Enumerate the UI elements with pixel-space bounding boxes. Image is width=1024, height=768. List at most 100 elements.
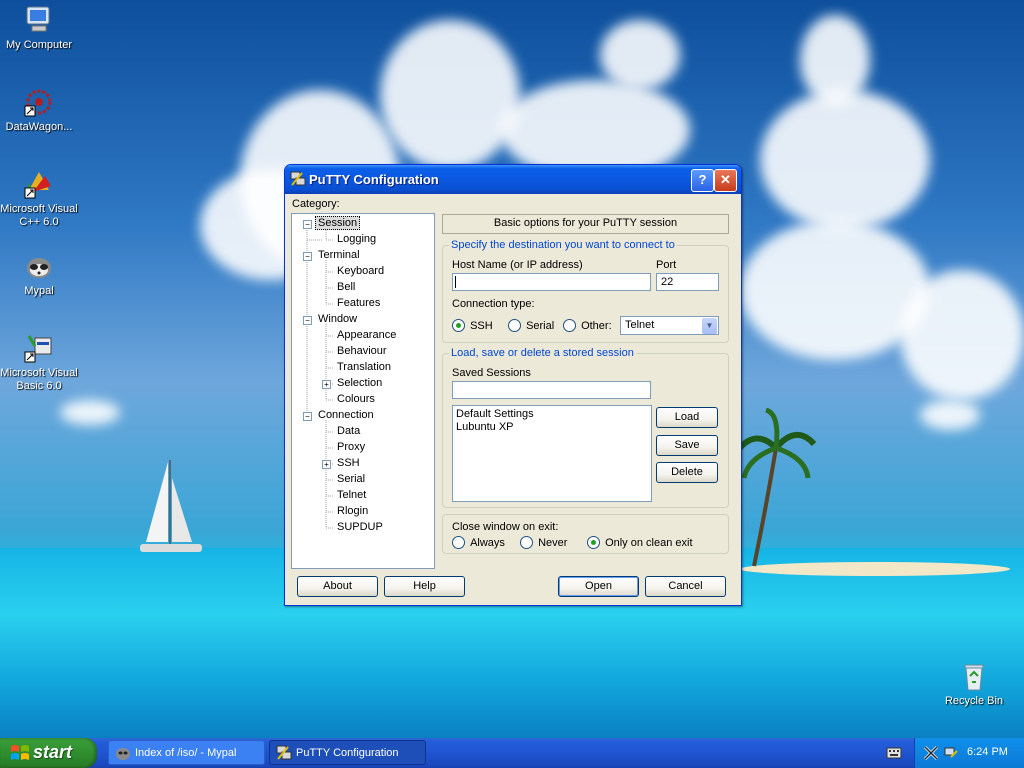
tree-expand-selection[interactable]: + bbox=[322, 380, 331, 389]
radio-ssh-label: SSH bbox=[470, 319, 493, 332]
system-tray: 6:24 PM bbox=[914, 738, 1024, 768]
tree-item-window[interactable]: Window bbox=[318, 313, 357, 325]
help-button[interactable]: Help bbox=[384, 576, 465, 597]
save-button[interactable]: Save bbox=[656, 435, 718, 456]
tree-item-terminal[interactable]: Terminal bbox=[318, 249, 360, 261]
keyboard-icon[interactable] bbox=[886, 746, 902, 760]
visual-basic-icon bbox=[24, 335, 52, 363]
list-item[interactable]: Default Settings bbox=[456, 408, 534, 420]
cancel-button[interactable]: Cancel bbox=[645, 576, 726, 597]
tree-collapse-connection[interactable]: − bbox=[303, 412, 312, 421]
datawagon-icon bbox=[24, 89, 52, 117]
putty-configuration-window: PuTTY Configuration ? ✕ Category: − − − … bbox=[284, 164, 742, 606]
clock: 6:24 PM bbox=[967, 746, 1008, 758]
tree-item-proxy[interactable]: Proxy bbox=[337, 441, 365, 453]
putty-icon bbox=[276, 745, 292, 760]
tree-item-rlogin[interactable]: Rlogin bbox=[337, 505, 368, 517]
chevron-down-icon[interactable]: ▼ bbox=[702, 318, 717, 334]
radio-always-indicator bbox=[452, 536, 465, 549]
x-app-icon[interactable] bbox=[923, 745, 939, 761]
recycle-bin-icon bbox=[964, 664, 984, 691]
tree-item-supdup[interactable]: SUPDUP bbox=[337, 521, 383, 533]
tree-item-behaviour[interactable]: Behaviour bbox=[337, 345, 387, 357]
cloud bbox=[800, 15, 870, 105]
mypal-icon bbox=[27, 258, 51, 278]
tree-item-connection[interactable]: Connection bbox=[318, 409, 374, 421]
my-computer-icon bbox=[26, 6, 50, 32]
cloud bbox=[920, 400, 980, 430]
desktop-icon-mypal[interactable]: Mypal bbox=[0, 250, 78, 298]
list-item[interactable]: Lubuntu XP bbox=[456, 421, 514, 433]
putty-icon bbox=[290, 171, 306, 186]
tree-item-serial[interactable]: Serial bbox=[337, 473, 365, 485]
about-button[interactable]: About bbox=[297, 576, 378, 597]
taskbar-button-putty[interactable]: PuTTY Configuration bbox=[269, 740, 426, 765]
tree-item-colours[interactable]: Colours bbox=[337, 393, 375, 405]
radio-clean-exit-label: Only on clean exit bbox=[605, 536, 693, 549]
tree-item-data[interactable]: Data bbox=[337, 425, 360, 437]
sessions-list[interactable]: Default Settings Lubuntu XP bbox=[452, 405, 652, 502]
radio-serial[interactable]: Serial bbox=[508, 319, 554, 332]
desktop-icon-recycle-bin[interactable]: Recycle Bin bbox=[935, 660, 1013, 708]
saved-sessions-label: Saved Sessions bbox=[452, 367, 531, 379]
tree-collapse-session[interactable]: − bbox=[303, 220, 312, 229]
desktop-icon-label: DataWagon... bbox=[5, 121, 73, 133]
desktop-icon-visual-basic[interactable]: Microsoft Visual Basic 6.0 bbox=[0, 332, 78, 393]
help-glyph: ? bbox=[698, 172, 707, 187]
tree-collapse-window[interactable]: − bbox=[303, 316, 312, 325]
tree-item-bell[interactable]: Bell bbox=[337, 281, 355, 293]
load-button[interactable]: Load bbox=[656, 407, 718, 428]
tree-item-keyboard[interactable]: Keyboard bbox=[337, 265, 384, 277]
taskbar-button-label: Index of /iso/ - Mypal bbox=[135, 747, 237, 759]
connection-type-label: Connection type: bbox=[452, 298, 535, 310]
radio-never-indicator bbox=[520, 536, 533, 549]
mypal-icon bbox=[116, 748, 130, 760]
cloud bbox=[380, 20, 520, 170]
cloud bbox=[600, 20, 680, 90]
radio-other-indicator bbox=[563, 319, 576, 332]
desktop-icon-label: Microsoft Visual C++ 6.0 bbox=[0, 203, 78, 228]
open-button[interactable]: Open bbox=[558, 576, 639, 597]
category-tree[interactable]: − − − + − + Session Logging Terminal Key… bbox=[291, 213, 435, 569]
network-icon[interactable] bbox=[943, 745, 959, 761]
tree-expand-ssh[interactable]: + bbox=[322, 460, 331, 469]
title-bar[interactable]: PuTTY Configuration ? ✕ bbox=[285, 165, 741, 194]
desktop-icon-label: Recycle Bin bbox=[944, 695, 1004, 707]
radio-never[interactable]: Never bbox=[520, 536, 567, 549]
port-input[interactable]: 22 bbox=[656, 273, 719, 291]
tree-item-selection[interactable]: Selection bbox=[337, 377, 382, 389]
desktop-icon-datawagon[interactable]: DataWagon... bbox=[0, 86, 78, 134]
radio-serial-label: Serial bbox=[526, 319, 555, 332]
radio-always[interactable]: Always bbox=[452, 536, 505, 549]
windows-logo-icon bbox=[11, 745, 29, 760]
radio-always-label: Always bbox=[470, 536, 505, 549]
cloud bbox=[900, 270, 1024, 400]
tree-item-telnet[interactable]: Telnet bbox=[337, 489, 366, 501]
tree-item-translation[interactable]: Translation bbox=[337, 361, 391, 373]
other-protocol-select[interactable]: Telnet ▼ bbox=[620, 316, 719, 335]
tree-item-ssh[interactable]: SSH bbox=[337, 457, 360, 469]
tree-item-session[interactable]: Session bbox=[315, 216, 361, 230]
radio-ssh-indicator bbox=[452, 319, 465, 332]
desktop-icon-visual-cpp[interactable]: Microsoft Visual C++ 6.0 bbox=[0, 168, 78, 229]
tree-item-appearance[interactable]: Appearance bbox=[337, 329, 396, 341]
tree-item-features[interactable]: Features bbox=[337, 297, 380, 309]
taskbar-button-label: PuTTY Configuration bbox=[296, 747, 399, 759]
host-name-label: Host Name (or IP address) bbox=[452, 259, 583, 271]
tree-collapse-terminal[interactable]: − bbox=[303, 252, 312, 261]
close-button[interactable]: ✕ bbox=[714, 169, 737, 192]
start-button[interactable]: start bbox=[0, 738, 97, 768]
start-label: start bbox=[33, 742, 73, 762]
category-label: Category: bbox=[292, 198, 340, 210]
delete-button[interactable]: Delete bbox=[656, 462, 718, 483]
radio-clean-exit-indicator bbox=[587, 536, 600, 549]
desktop-icon-my-computer[interactable]: My Computer bbox=[0, 4, 78, 52]
help-title-button[interactable]: ? bbox=[691, 169, 714, 192]
radio-clean-exit[interactable]: Only on clean exit bbox=[587, 536, 693, 549]
taskbar-button-mypal[interactable]: Index of /iso/ - Mypal bbox=[108, 740, 265, 765]
saved-sessions-input[interactable] bbox=[452, 381, 651, 399]
radio-other[interactable]: Other: bbox=[563, 319, 612, 332]
radio-ssh[interactable]: SSH bbox=[452, 319, 493, 332]
host-name-input[interactable] bbox=[452, 273, 651, 291]
tree-item-logging[interactable]: Logging bbox=[337, 233, 376, 245]
